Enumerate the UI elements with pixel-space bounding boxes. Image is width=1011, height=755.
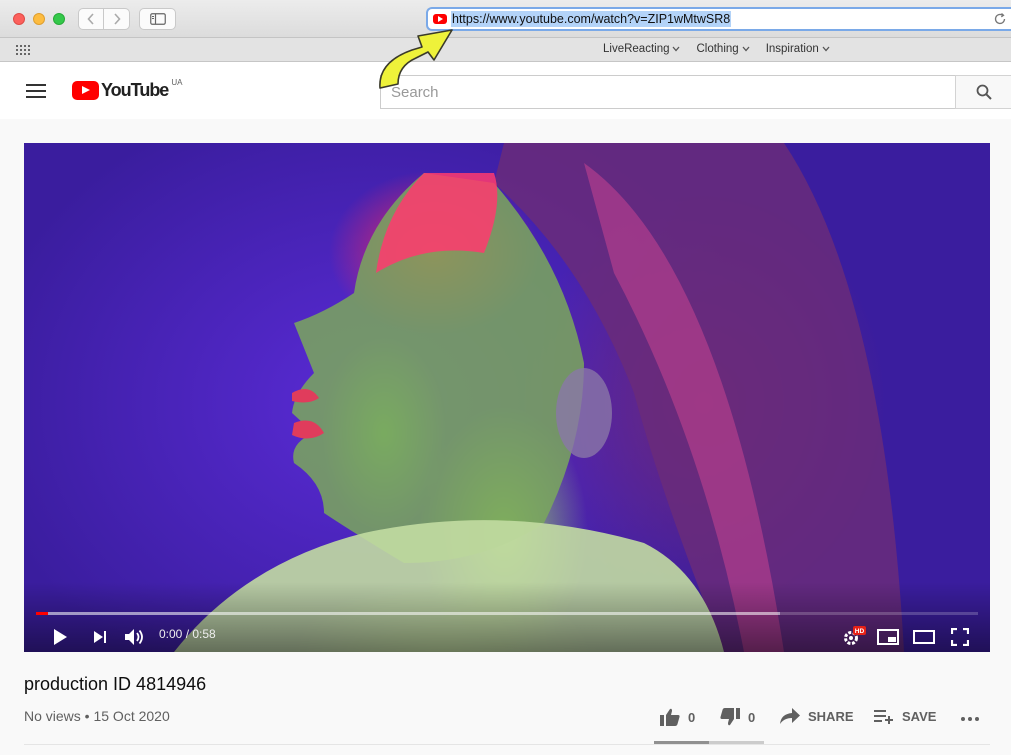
youtube-masthead: YouTube UA bbox=[0, 63, 1011, 119]
annotation-arrow-icon bbox=[379, 29, 453, 89]
forward-button[interactable] bbox=[104, 8, 130, 30]
like-count: 0 bbox=[688, 709, 696, 725]
browser-toolbar: https://www.youtube.com/watch?v=ZIP1wMtw… bbox=[0, 0, 1011, 38]
sidebar-icon bbox=[149, 13, 166, 25]
play-button[interactable] bbox=[48, 625, 72, 649]
favorite-label: LiveReacting bbox=[603, 43, 670, 55]
thumbs-down-icon bbox=[720, 708, 740, 726]
window-maximize-button[interactable] bbox=[53, 13, 65, 25]
favorites-list: LiveReacting Clothing Inspiration bbox=[603, 43, 830, 55]
reload-icon[interactable] bbox=[993, 12, 1007, 26]
save-label: SAVE bbox=[902, 708, 937, 724]
add-to-playlist-icon bbox=[874, 710, 893, 724]
window-close-button[interactable] bbox=[13, 13, 25, 25]
volume-icon bbox=[125, 629, 143, 645]
miniplayer-icon bbox=[877, 629, 899, 645]
more-actions-button[interactable] bbox=[960, 710, 980, 726]
play-icon bbox=[54, 629, 67, 645]
favorite-folder-clothing[interactable]: Clothing bbox=[696, 43, 750, 55]
favorite-label: Inspiration bbox=[765, 43, 819, 55]
back-button[interactable] bbox=[78, 8, 104, 30]
chevron-down-icon bbox=[742, 46, 750, 52]
thumbs-up-icon bbox=[660, 708, 680, 726]
chevron-left-icon bbox=[87, 13, 94, 25]
next-icon bbox=[94, 631, 106, 643]
favorites-bar: LiveReacting Clothing Inspiration bbox=[0, 38, 1011, 62]
progress-buffered bbox=[36, 612, 781, 615]
chevron-down-icon bbox=[822, 46, 830, 52]
miniplayer-button[interactable] bbox=[876, 625, 900, 649]
youtube-play-logo-icon bbox=[72, 81, 99, 100]
chevron-right-icon bbox=[113, 13, 121, 25]
video-frame bbox=[174, 143, 904, 652]
history-nav bbox=[78, 8, 130, 30]
youtube-logo[interactable]: YouTube UA bbox=[72, 78, 183, 101]
search-button[interactable] bbox=[955, 75, 1011, 109]
favorite-folder-livereacting[interactable]: LiveReacting bbox=[603, 43, 680, 55]
favorite-label: Clothing bbox=[696, 43, 739, 55]
video-title: production ID 4814946 bbox=[24, 674, 207, 694]
logo-country-code: UA bbox=[171, 78, 183, 87]
fullscreen-icon bbox=[951, 628, 969, 646]
menu-icon[interactable] bbox=[26, 84, 46, 98]
time-display: 0:00 / 0:58 bbox=[159, 627, 216, 641]
search-input[interactable] bbox=[391, 83, 955, 101]
share-icon bbox=[780, 708, 800, 724]
chevron-down-icon bbox=[672, 46, 680, 52]
search-icon bbox=[976, 84, 992, 100]
divider bbox=[24, 744, 990, 745]
address-bar[interactable]: https://www.youtube.com/watch?v=ZIP1wMtw… bbox=[426, 7, 1011, 31]
video-player[interactable]: 0:00 / 0:58 HD bbox=[24, 143, 990, 652]
more-horizontal-icon bbox=[961, 717, 979, 721]
search-box bbox=[380, 75, 956, 109]
progress-played bbox=[36, 612, 49, 615]
settings-icon: HD bbox=[844, 626, 866, 645]
dislike-count: 0 bbox=[748, 709, 756, 725]
progress-bar[interactable] bbox=[36, 612, 978, 615]
favorite-folder-inspiration[interactable]: Inspiration bbox=[766, 43, 830, 55]
hd-badge: HD bbox=[855, 628, 865, 635]
share-label: SHARE bbox=[808, 708, 854, 724]
address-bar-url[interactable]: https://www.youtube.com/watch?v=ZIP1wMtw… bbox=[451, 11, 732, 27]
theater-mode-button[interactable] bbox=[912, 625, 936, 649]
window-minimize-button[interactable] bbox=[33, 13, 45, 25]
share-button[interactable]: SHARE bbox=[780, 708, 854, 724]
fullscreen-button[interactable] bbox=[948, 625, 972, 649]
like-button[interactable]: 0 bbox=[660, 708, 695, 726]
video-meta: No views • 15 Oct 2020 bbox=[24, 708, 170, 724]
next-button[interactable] bbox=[88, 625, 112, 649]
dislike-button[interactable]: 0 bbox=[720, 708, 755, 726]
mute-button[interactable] bbox=[122, 625, 148, 649]
top-sites-grid-icon[interactable] bbox=[16, 45, 30, 55]
settings-button[interactable]: HD bbox=[842, 625, 866, 649]
save-button[interactable]: SAVE bbox=[874, 708, 936, 724]
sidebar-toggle-button[interactable] bbox=[139, 8, 176, 30]
logo-wordmark: YouTube bbox=[101, 80, 169, 100]
theater-icon bbox=[913, 630, 935, 644]
